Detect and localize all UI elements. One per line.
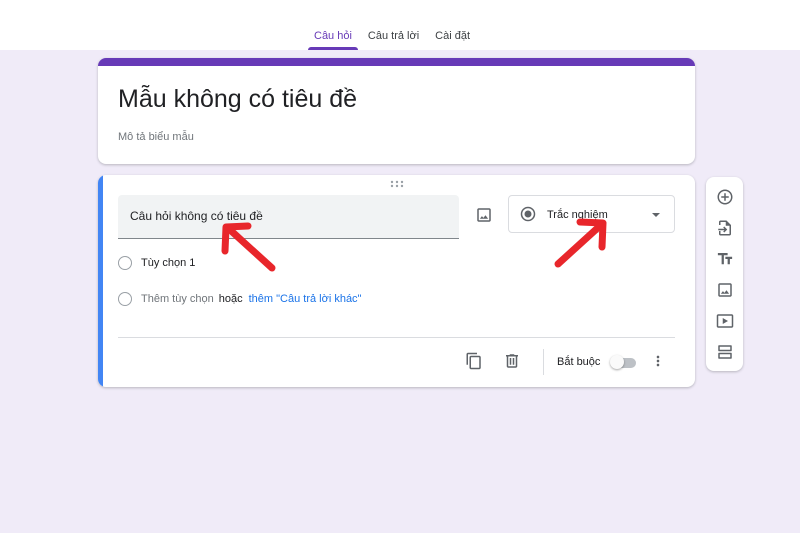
add-image-icon [717, 282, 732, 297]
active-card-stripe [98, 175, 103, 387]
import-questions-button[interactable] [712, 215, 737, 240]
form-title-input[interactable]: Mẫu không có tiêu đề [118, 85, 357, 114]
more-options-button[interactable] [648, 351, 668, 371]
tab-responses[interactable]: Câu trả lời [360, 0, 427, 50]
more-vert-icon [656, 355, 660, 367]
delete-button[interactable] [502, 351, 522, 371]
option-label[interactable]: Tùy chọn 1 [141, 257, 195, 269]
question-type-dropdown[interactable]: Trắc nghiệm [508, 195, 675, 233]
add-option-row: Thêm tùy chọn hoặc thêm "Câu trả lời khá… [118, 292, 361, 306]
tab-bar: Câu hỏi Câu trả lời Cài đặt [306, 0, 478, 50]
footer-divider [118, 337, 675, 338]
or-text: hoặc [218, 293, 243, 305]
form-title-card: Mẫu không có tiêu đề Mô tả biểu mẫu [98, 58, 695, 164]
add-title-button[interactable] [712, 246, 737, 271]
question-type-label: Trắc nghiệm [547, 209, 608, 221]
toggle-thumb [610, 355, 624, 369]
import-questions-icon [717, 220, 731, 235]
radio-outline-icon [118, 256, 132, 270]
add-video-icon [716, 313, 733, 328]
footer-separator [543, 349, 544, 375]
question-card[interactable]: Câu hỏi không có tiêu đề Trắc nghiệm Tùy… [98, 175, 695, 387]
add-image-button[interactable] [472, 203, 496, 227]
add-question-button[interactable] [712, 184, 737, 209]
add-other-link[interactable]: thêm "Câu trả lời khác" [249, 293, 362, 305]
tab-questions[interactable]: Câu hỏi [306, 0, 360, 50]
radio-outline-icon [118, 292, 132, 306]
add-question-icon [717, 189, 732, 204]
radio-button-icon [520, 206, 536, 222]
image-icon [477, 208, 491, 222]
add-section-icon [717, 344, 732, 359]
option-row[interactable]: Tùy chọn 1 [118, 256, 195, 270]
duplicate-button[interactable] [464, 351, 484, 371]
side-toolbar [706, 177, 743, 371]
add-title-icon [717, 252, 732, 264]
add-video-button[interactable] [712, 308, 737, 333]
title-card-accent-stripe [98, 58, 695, 66]
top-bar: Câu hỏi Câu trả lời Cài đặt [0, 0, 800, 50]
required-toggle[interactable] [610, 355, 638, 369]
add-option-link[interactable]: Thêm tùy chọn [141, 293, 214, 305]
drag-handle-icon[interactable] [390, 180, 404, 188]
trash-icon [506, 354, 518, 368]
form-description-input[interactable]: Mô tả biểu mẫu [118, 131, 194, 143]
add-section-button[interactable] [712, 339, 737, 364]
copy-icon [466, 352, 481, 370]
tab-settings[interactable]: Cài đặt [427, 0, 478, 50]
add-image-button-sidebar[interactable] [712, 277, 737, 302]
required-label: Bắt buộc [557, 356, 601, 368]
question-title-input[interactable]: Câu hỏi không có tiêu đề [118, 195, 459, 239]
chevron-down-icon [652, 213, 660, 217]
